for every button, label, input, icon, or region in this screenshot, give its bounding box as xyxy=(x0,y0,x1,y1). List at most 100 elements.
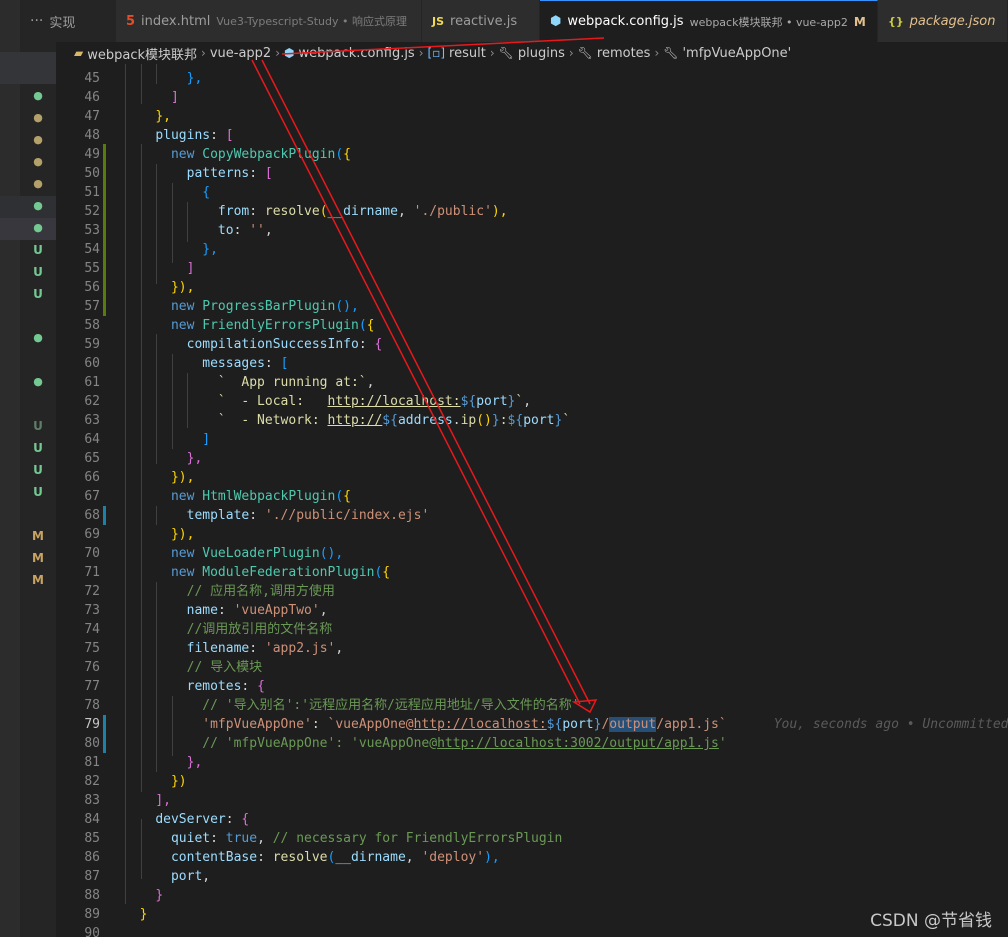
code-line: 87 port, xyxy=(84,869,211,884)
webpack-icon: ⬢ xyxy=(284,46,295,60)
wrench-icon: 🔧︎ xyxy=(498,46,514,60)
code-line: 74 //调用放引用的文件名称 xyxy=(84,622,333,637)
chevron-right-icon: › xyxy=(489,46,495,60)
git-status-dot: ● xyxy=(33,177,43,190)
chevron-right-icon: › xyxy=(201,46,206,60)
code-line: 56 }), xyxy=(84,280,195,295)
git-status-dot: ● xyxy=(33,111,43,124)
code-line: 60 messages: [ xyxy=(84,356,289,371)
explorer-highlight xyxy=(0,52,56,84)
code-line: 90 xyxy=(84,926,100,937)
git-status-untracked: U xyxy=(33,265,43,279)
git-status-dot: ● xyxy=(33,155,43,168)
tab-overflow[interactable]: ··· 实现 xyxy=(20,0,116,42)
breadcrumb-item[interactable]: plugins xyxy=(518,46,565,61)
code-line: 65 }, xyxy=(84,451,203,466)
code-line: 46 ] xyxy=(84,90,179,105)
code-line: 75 filename: 'app2.js', xyxy=(84,641,344,656)
git-status-dot: ● xyxy=(33,221,43,234)
chevron-right-icon: › xyxy=(418,46,424,60)
tab-label: 实现 xyxy=(49,15,76,31)
git-status-dot: ● xyxy=(33,133,43,146)
code-line: 86 contentBase: resolve(__dirname, 'depl… xyxy=(84,850,500,865)
code-line-current: 79 'mfpVueAppOne': `vueAppOne@http://loc… xyxy=(56,715,1008,734)
json-icon: {} xyxy=(888,14,904,28)
git-status-untracked: U xyxy=(33,243,43,257)
code-editor[interactable]: 45 }, 46 ] 47 }, 48 plugins: [ 49 new Co… xyxy=(56,64,1008,937)
tab-reactive-js[interactable]: JS reactive.js xyxy=(422,0,540,42)
code-line: 62 ` - Local: http://localhost:${port}`, xyxy=(84,394,532,409)
breadcrumb-item[interactable]: 'mfpVueAppOne' xyxy=(682,46,791,61)
code-line: 89 } xyxy=(84,907,148,922)
code-line: 48 plugins: [ xyxy=(84,128,234,143)
code-line: 84 devServer: { xyxy=(84,812,250,827)
tab-label: index.html xyxy=(141,13,211,29)
tab-label: package.json xyxy=(909,13,996,29)
breadcrumb-item[interactable]: webpack模块联邦 xyxy=(87,44,197,63)
code-line: 51 { xyxy=(84,185,211,200)
code-line: 49 new CopyWebpackPlugin({ xyxy=(84,147,351,162)
code-line: 67 new HtmlWebpackPlugin({ xyxy=(84,489,351,504)
activity-bar xyxy=(0,0,20,937)
git-status-untracked: U xyxy=(33,441,43,455)
git-status-modified: M xyxy=(32,573,44,587)
code-line: 82 }) xyxy=(84,774,187,789)
code-line: 69 }), xyxy=(84,527,195,542)
code-line: 52 from: resolve(__dirname, './public'), xyxy=(84,204,508,219)
breadcrumb-item[interactable]: webpack.config.js xyxy=(299,46,415,61)
code-line: 53 to: '', xyxy=(84,223,273,238)
code-line: 59 compilationSuccessInfo: { xyxy=(84,337,383,352)
code-line: 78 // '导入别名':'远程应用名称/远程应用地址/导入文件的名称' xyxy=(84,698,580,713)
code-line: 83 ], xyxy=(84,793,171,808)
breadcrumb-item[interactable]: result xyxy=(449,46,486,61)
breadcrumb: ▰ webpack模块联邦 › vue-app2 › ⬢ webpack.con… xyxy=(56,42,1008,64)
tab-webpack-config[interactable]: ⬢ webpack.config.js webpack模块联邦 • vue-ap… xyxy=(540,0,878,42)
code-line: 85 quiet: true, // necessary for Friendl… xyxy=(84,831,563,846)
code-line: 70 new VueLoaderPlugin(), xyxy=(84,546,344,561)
code-line: 58 new FriendlyErrorsPlugin({ xyxy=(84,318,375,333)
html5-icon: 5 xyxy=(126,13,136,29)
code-line: 66 }), xyxy=(84,470,195,485)
code-line: 54 }, xyxy=(84,242,218,257)
code-line: 61 ` App running at:`, xyxy=(84,375,375,390)
tab-package-json[interactable]: {} package.json xyxy=(878,0,1008,42)
code-line: 81 }, xyxy=(84,755,203,770)
git-status-dot: ● xyxy=(33,199,43,212)
chevron-right-icon: › xyxy=(568,46,574,60)
chevron-right-icon: › xyxy=(654,46,660,60)
variable-icon: [▫] xyxy=(427,46,446,60)
git-status-dot: ● xyxy=(33,89,43,102)
webpack-icon: ⬢ xyxy=(550,14,562,29)
git-status-untracked: U xyxy=(33,419,43,433)
code-line: 76 // 导入模块 xyxy=(84,660,263,675)
code-line: 57 new ProgressBarPlugin(), xyxy=(84,299,359,314)
tab-description: webpack模块联邦 • vue-app2 xyxy=(689,15,848,29)
tab-description: Vue3-Typescript-Study • 响应式原理 xyxy=(216,15,407,28)
editor-tab-bar: ··· 实现 5 index.html Vue3-Typescript-Stud… xyxy=(20,0,1008,42)
chevron-right-icon: › xyxy=(275,46,281,60)
code-line: 47 }, xyxy=(84,109,171,124)
watermark: CSDN @节省钱 xyxy=(870,911,992,931)
tab-modified-flag: M xyxy=(853,14,866,29)
code-line: 72 // 应用名称,调用方使用 xyxy=(84,584,335,599)
git-blame-annotation: You, seconds ago • Uncommitted changes xyxy=(773,717,1008,732)
git-status-modified: M xyxy=(32,529,44,543)
code-line: 88 } xyxy=(84,888,164,903)
code-line: 68 template: './/public/index.ejs' xyxy=(84,508,430,523)
code-line: 80 // 'mfpVueAppOne': 'vueAppOne@http://… xyxy=(84,736,727,751)
breadcrumb-item[interactable]: vue-app2 xyxy=(210,46,271,61)
git-status-modified: M xyxy=(32,551,44,565)
more-icon[interactable]: ··· xyxy=(30,13,43,29)
code-line: 45 }, xyxy=(84,71,203,86)
tab-index-html[interactable]: 5 index.html Vue3-Typescript-Study • 响应式… xyxy=(116,0,422,42)
wrench-icon: 🔧︎ xyxy=(663,46,679,60)
tab-label: reactive.js xyxy=(450,13,518,29)
breadcrumb-item[interactable]: remotes xyxy=(597,46,651,61)
git-status-dot: ● xyxy=(33,375,43,388)
git-status-untracked: U xyxy=(33,485,43,499)
js-icon: JS xyxy=(432,14,445,28)
wrench-icon: 🔧︎ xyxy=(577,46,593,60)
code-line: 77 remotes: { xyxy=(84,679,265,694)
git-status-untracked: U xyxy=(33,287,43,301)
code-line: 71 new ModuleFederationPlugin({ xyxy=(84,565,391,580)
